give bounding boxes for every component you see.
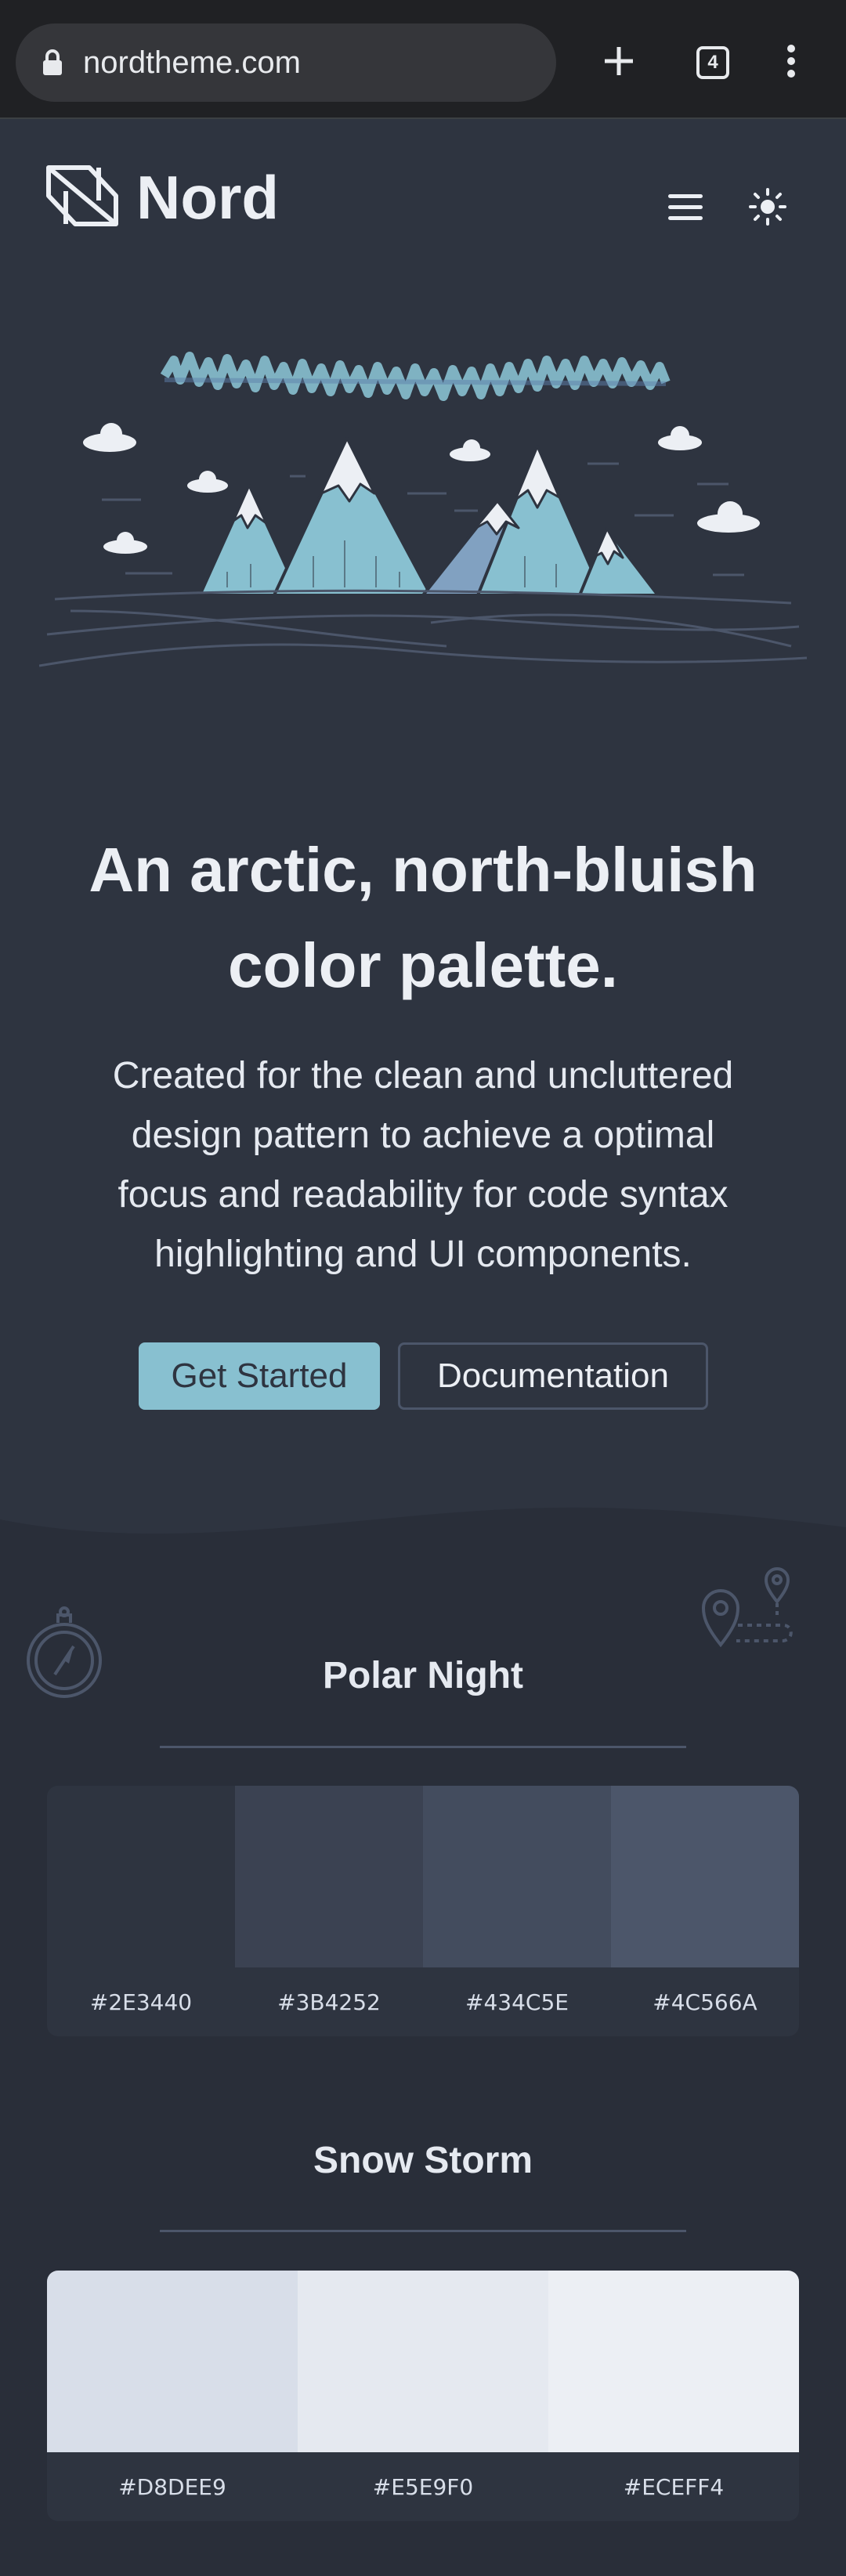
- nord-logo-icon: [45, 164, 119, 230]
- hero-subtitle-line4: highlighting and UI components.: [154, 1234, 692, 1275]
- hero-subtitle: Created for the clean and uncluttered de…: [55, 1046, 791, 1284]
- arctic-mountains-illustration: [38, 337, 808, 697]
- map-route-icon: [697, 1555, 799, 1657]
- swatch-nord0[interactable]: #2E3440: [47, 1786, 235, 2036]
- swatch-hex-label: #4C566A: [653, 1989, 757, 2015]
- hamburger-menu-icon[interactable]: [650, 175, 721, 238]
- swatch-hex-label: #D8DEE9: [118, 2473, 226, 2500]
- polar-night-divider: [160, 1746, 686, 1748]
- color-swatch: [298, 2271, 548, 2452]
- site-header: Nord: [0, 119, 846, 276]
- url-text: nordtheme.com: [83, 45, 301, 80]
- browser-menu-button[interactable]: [752, 23, 830, 102]
- hero-title-line2: color palette.: [228, 930, 618, 1000]
- swatch-nord4[interactable]: #D8DEE9: [47, 2271, 298, 2521]
- new-tab-button[interactable]: [580, 23, 658, 102]
- browser-toolbar: nordtheme.com 4: [0, 0, 846, 119]
- sun-icon: [736, 188, 799, 241]
- snow-storm-divider: [160, 2230, 686, 2232]
- polar-night-palette: #2E3440 #3B4252 #434C5E #4C566A: [47, 1786, 799, 2036]
- hero-subtitle-line3: focus and readability for code syntax: [118, 1174, 728, 1216]
- swatch-nord1[interactable]: #3B4252: [235, 1786, 423, 2036]
- swatch-hex-label: #3B4252: [277, 1989, 381, 2015]
- color-swatch: [235, 1786, 423, 1967]
- hero-title-line1: An arctic, north-bluish: [89, 835, 757, 905]
- color-swatch: [611, 1786, 799, 1967]
- swatch-hex-label: #ECEFF4: [623, 2473, 725, 2500]
- documentation-button[interactable]: Documentation: [398, 1342, 708, 1410]
- brand-name: Nord: [136, 163, 279, 232]
- swatch-nord6[interactable]: #ECEFF4: [548, 2271, 799, 2521]
- theme-toggle-button[interactable]: [736, 175, 799, 238]
- swatch-hex-label: #434C5E: [465, 1989, 569, 2015]
- hero-subtitle-line2: design pattern to achieve a optimal: [131, 1115, 715, 1156]
- color-swatch: [47, 2271, 298, 2452]
- swatch-hex-label: #E5E9F0: [372, 2473, 474, 2500]
- tabs-icon: 4: [696, 46, 729, 79]
- color-swatch: [548, 2271, 799, 2452]
- polar-night-title: Polar Night: [322, 1655, 523, 1696]
- snow-storm-palette: #D8DEE9 #E5E9F0 #ECEFF4: [47, 2271, 799, 2521]
- get-started-button[interactable]: Get Started: [139, 1342, 380, 1410]
- snow-storm-title: Snow Storm: [313, 2140, 533, 2181]
- hero-title: An arctic, north-bluish color palette.: [31, 822, 815, 1013]
- swatch-nord3[interactable]: #4C566A: [611, 1786, 799, 2036]
- lock-icon: [42, 49, 63, 76]
- color-swatch: [47, 1786, 235, 1967]
- plus-icon: [602, 44, 636, 81]
- swatch-nord2[interactable]: #434C5E: [423, 1786, 611, 2036]
- hero-subtitle-line1: Created for the clean and uncluttered: [112, 1055, 734, 1097]
- address-bar[interactable]: nordtheme.com: [16, 23, 556, 102]
- swatch-nord5[interactable]: #E5E9F0: [298, 2271, 548, 2521]
- swatch-hex-label: #2E3440: [89, 1989, 193, 2015]
- tab-switcher-button[interactable]: 4: [674, 23, 752, 102]
- kebab-menu-icon: [786, 44, 797, 81]
- color-swatch: [423, 1786, 611, 1967]
- brand-link[interactable]: Nord: [45, 164, 279, 230]
